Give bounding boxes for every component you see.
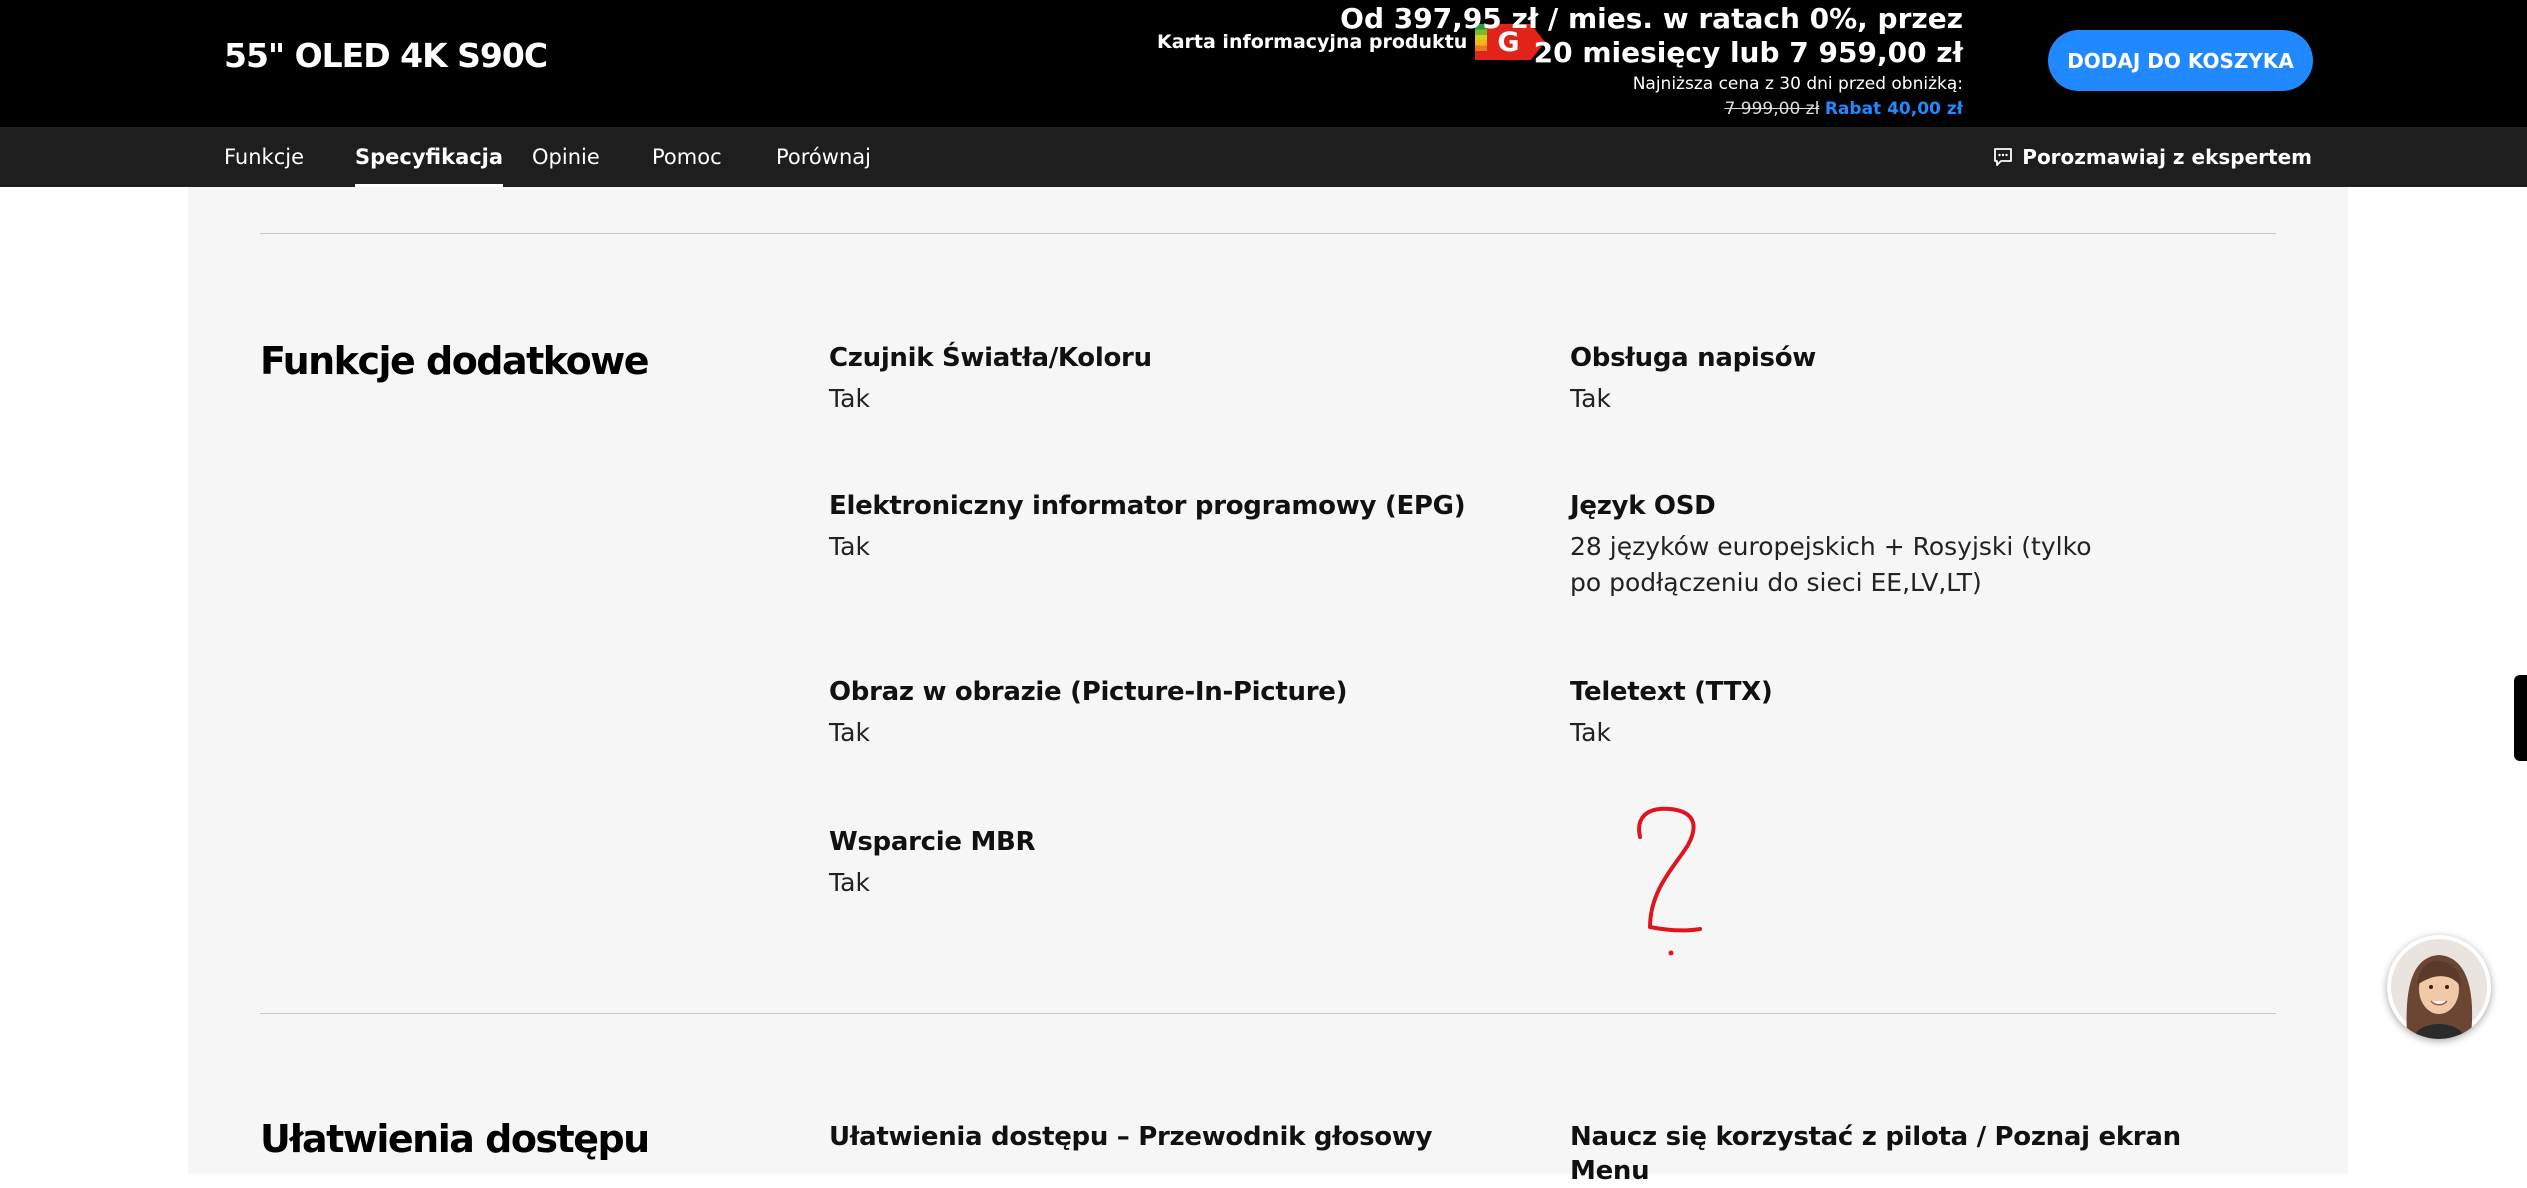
tab-porownaj[interactable]: Porównaj xyxy=(776,127,871,187)
discount-amount: Rabat 40,00 zł xyxy=(1824,99,1963,119)
installment-price-line2: 20 miesięcy lub 7 959,00 zł xyxy=(1533,36,1963,69)
spec-name: Język OSD xyxy=(1570,491,1716,521)
spec-value: Tak xyxy=(829,868,870,897)
spec-item: Język OSD 28 języków europejskich + Rosy… xyxy=(1570,489,2130,601)
spec-item: Teletext (TTX) Tak xyxy=(1570,675,2210,751)
spec-name: Teletext (TTX) xyxy=(1570,677,1773,707)
spec-name: Obraz w obrazie (Picture-In-Picture) xyxy=(829,677,1348,707)
chat-icon xyxy=(1994,148,2013,166)
sticky-product-header: 55" OLED 4K S90C Karta informacyjna prod… xyxy=(0,0,2527,127)
spec-name: Naucz się korzystać z pilota / Poznaj ek… xyxy=(1570,1122,2181,1186)
spec-value: Tak xyxy=(829,718,870,747)
lowest-price-note: Najniższa cena z 30 dni przed obniżką: xyxy=(1632,74,1963,94)
old-price: 7 999,00 zł xyxy=(1724,99,1820,119)
tab-funkcje[interactable]: Funkcje xyxy=(224,127,304,187)
product-title: 55" OLED 4K S90C xyxy=(224,36,548,75)
chat-with-expert-label: Porozmawiaj z ekspertem xyxy=(2022,145,2312,169)
tab-specyfikacja[interactable]: Specyfikacja xyxy=(355,127,504,187)
question-mark-scribble xyxy=(1637,806,1702,956)
add-to-cart-button[interactable]: DODAJ DO KOSZYKA xyxy=(2048,30,2313,91)
spec-item: Naucz się korzystać z pilota / Poznaj ek… xyxy=(1570,1120,2250,1188)
spec-name: Obsługa napisów xyxy=(1570,343,1816,373)
tab-pomoc[interactable]: Pomoc xyxy=(652,127,722,187)
specification-panel: Funkcje dodatkowe Czujnik Światła/Koloru… xyxy=(188,187,2348,1186)
spec-name: Ułatwienia dostępu – Przewodnik głosowy xyxy=(829,1122,1433,1152)
chat-assistant-avatar[interactable] xyxy=(2387,935,2491,1039)
spec-name: Elektroniczny informator programowy (EPG… xyxy=(829,491,1466,521)
section-title-ulatwienia-dostepu: Ułatwienia dostępu xyxy=(260,1117,650,1161)
price-block: Od 397,95 zł / mies. w ratach 0%, przez … xyxy=(1340,2,1963,120)
feedback-side-tab[interactable] xyxy=(2514,675,2527,761)
tab-opinie[interactable]: Opinie xyxy=(532,127,600,187)
spec-value: Tak xyxy=(829,384,870,413)
section-divider xyxy=(260,1013,2276,1014)
spec-item: Elektroniczny informator programowy (EPG… xyxy=(829,489,1469,565)
installment-price-line1: Od 397,95 zł / mies. w ratach 0%, przez xyxy=(1340,2,1963,35)
price-discount-row: 7 999,00 zł Rabat 40,00 zł xyxy=(1340,99,1963,120)
section-divider xyxy=(260,233,2276,234)
product-nav-bar: Funkcje Specyfikacja Opinie Pomoc Porówn… xyxy=(0,127,2527,187)
spec-value: 28 języków europejskich + Rosyjski (tylk… xyxy=(1570,532,2092,597)
spec-value: Tak xyxy=(1570,718,1611,747)
spec-name: Wsparcie MBR xyxy=(829,827,1036,857)
spec-item: Wsparcie MBR Tak xyxy=(829,825,1469,901)
spec-item: Ułatwienia dostępu – Przewodnik głosowy xyxy=(829,1120,1509,1154)
section-title-funkcje-dodatkowe: Funkcje dodatkowe xyxy=(260,339,650,383)
spec-item: Obraz w obrazie (Picture-In-Picture) Tak xyxy=(829,675,1469,751)
assistant-face-icon xyxy=(2391,939,2487,1039)
chat-with-expert-link[interactable]: Porozmawiaj z ekspertem xyxy=(1992,127,2312,187)
spec-item: Czujnik Światła/Koloru Tak xyxy=(829,341,1469,417)
spec-value: Tak xyxy=(829,532,870,561)
spec-value: Tak xyxy=(1570,384,1611,413)
spec-item: Obsługa napisów Tak xyxy=(1570,341,2210,417)
spec-name: Czujnik Światła/Koloru xyxy=(829,343,1152,373)
